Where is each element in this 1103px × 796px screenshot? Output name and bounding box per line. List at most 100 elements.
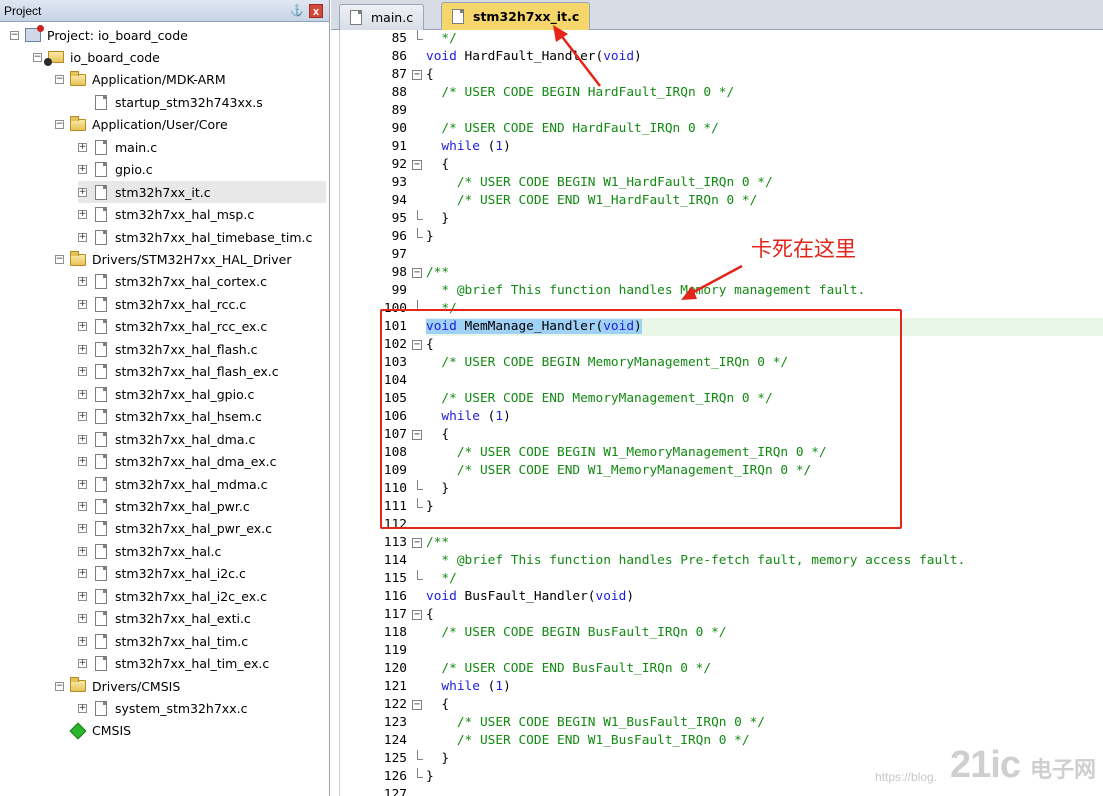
expand-icon[interactable]: +: [78, 636, 87, 646]
expand-icon[interactable]: +: [78, 389, 87, 399]
tree-item[interactable]: startup_stm32h743xx.s: [78, 91, 326, 113]
tree-item[interactable]: + stm32h7xx_hal_dma_ex.c: [78, 451, 326, 473]
code-line[interactable]: 92− {: [331, 156, 1103, 174]
collapse-icon[interactable]: −: [10, 30, 19, 40]
expand-icon[interactable]: +: [78, 412, 87, 422]
expand-icon[interactable]: +: [78, 569, 87, 579]
tree-item[interactable]: + stm32h7xx_hal.c: [78, 540, 326, 562]
code-line[interactable]: 127: [331, 786, 1103, 796]
line-number: 117: [383, 607, 407, 622]
code-line[interactable]: 117−{: [331, 606, 1103, 624]
pin-icon[interactable]: ⚓: [289, 3, 305, 19]
expand-icon[interactable]: +: [78, 501, 87, 511]
code-line[interactable]: 119: [331, 642, 1103, 660]
code-line[interactable]: 121 while (1): [331, 678, 1103, 696]
expand-icon[interactable]: +: [78, 277, 87, 287]
tree-item[interactable]: + stm32h7xx_hal_i2c.c: [78, 563, 326, 585]
tree-item[interactable]: + stm32h7xx_hal_tim.c: [78, 630, 326, 652]
code-line[interactable]: 94 /* USER CODE END W1_HardFault_IRQn 0 …: [331, 192, 1103, 210]
expand-icon[interactable]: +: [78, 232, 87, 242]
expand-icon[interactable]: +: [78, 367, 87, 377]
tree-item[interactable]: + stm32h7xx_hal_gpio.c: [78, 383, 326, 405]
code-line[interactable]: 93 /* USER CODE BEGIN W1_HardFault_IRQn …: [331, 174, 1103, 192]
code-line[interactable]: 118 /* USER CODE BEGIN BusFault_IRQn 0 *…: [331, 624, 1103, 642]
fold-icon[interactable]: −: [412, 538, 422, 548]
code-line[interactable]: 96}: [331, 228, 1103, 246]
tree-item[interactable]: + stm32h7xx_it.c: [78, 181, 326, 204]
tree-item[interactable]: + stm32h7xx_hal_tim_ex.c: [78, 653, 326, 675]
tree-item[interactable]: + stm32h7xx_hal_pwr_ex.c: [78, 518, 326, 540]
code-line[interactable]: 86 void HardFault_Handler(void): [331, 48, 1103, 66]
code-line[interactable]: 95 }: [331, 210, 1103, 228]
tree-item[interactable]: CMSIS: [55, 720, 326, 742]
tree-item[interactable]: + system_stm32h7xx.c: [78, 698, 326, 720]
code-line[interactable]: 122− {: [331, 696, 1103, 714]
fold-icon[interactable]: −: [412, 610, 422, 620]
code-line[interactable]: 88 /* USER CODE BEGIN HardFault_IRQn 0 *…: [331, 84, 1103, 102]
expand-icon[interactable]: +: [78, 704, 87, 713]
expand-icon[interactable]: +: [78, 434, 87, 444]
code-line[interactable]: 99 * @brief This function handles Memory…: [331, 282, 1103, 300]
tree-item[interactable]: − Drivers/STM32H7xx_HAL_Driver: [55, 249, 326, 271]
code-line[interactable]: 98−/**: [331, 264, 1103, 282]
expand-icon[interactable]: +: [78, 210, 87, 220]
code-line[interactable]: 120 /* USER CODE END BusFault_IRQn 0 */: [331, 660, 1103, 678]
expand-icon[interactable]: +: [78, 165, 87, 175]
tree-item[interactable]: − Application/User/Core: [55, 114, 326, 136]
code-line[interactable]: 123 /* USER CODE BEGIN W1_BusFault_IRQn …: [331, 714, 1103, 732]
tree-item[interactable]: + stm32h7xx_hal_rcc.c: [78, 293, 326, 315]
expand-icon[interactable]: +: [78, 322, 87, 332]
expand-icon[interactable]: +: [78, 299, 87, 309]
tree-item[interactable]: − Drivers/CMSIS: [55, 675, 326, 697]
tree-item[interactable]: + stm32h7xx_hal_flash.c: [78, 338, 326, 360]
tree-item[interactable]: + stm32h7xx_hal_dma.c: [78, 428, 326, 450]
tree-item[interactable]: + stm32h7xx_hal_exti.c: [78, 608, 326, 630]
tree-item[interactable]: + stm32h7xx_hal_pwr.c: [78, 495, 326, 517]
expand-icon[interactable]: +: [78, 344, 87, 354]
code-line[interactable]: 116 void BusFault_Handler(void): [331, 588, 1103, 606]
expand-icon[interactable]: +: [78, 659, 87, 669]
tab-stm32h7xx-it-c[interactable]: stm32h7xx_it.c: [441, 2, 591, 30]
tree-item[interactable]: − Project: io_board_code: [10, 24, 326, 46]
collapse-icon[interactable]: −: [55, 120, 64, 130]
tab-main-c[interactable]: main.c: [339, 4, 425, 30]
expand-icon[interactable]: +: [78, 457, 87, 467]
expand-icon[interactable]: +: [78, 524, 87, 534]
tree-item[interactable]: + stm32h7xx_hal_rcc_ex.c: [78, 316, 326, 338]
expand-icon[interactable]: +: [78, 546, 87, 556]
tree-item[interactable]: − io_board_code: [33, 46, 326, 68]
code-line[interactable]: 113−/**: [331, 534, 1103, 552]
expand-icon[interactable]: +: [78, 614, 87, 624]
collapse-icon[interactable]: −: [55, 75, 64, 85]
expand-icon[interactable]: +: [78, 187, 87, 197]
tree-item[interactable]: + gpio.c: [78, 159, 326, 181]
expand-icon[interactable]: +: [78, 479, 87, 489]
fold-icon[interactable]: −: [412, 70, 422, 80]
collapse-icon[interactable]: −: [55, 681, 64, 691]
collapse-icon[interactable]: −: [55, 255, 64, 264]
tree-item[interactable]: + stm32h7xx_hal_flash_ex.c: [78, 361, 326, 383]
tree-item[interactable]: + stm32h7xx_hal_hsem.c: [78, 406, 326, 428]
fold-icon[interactable]: −: [412, 160, 422, 170]
code-line[interactable]: 87−{: [331, 66, 1103, 84]
tree-item[interactable]: + stm32h7xx_hal_mdma.c: [78, 473, 326, 495]
tree-item[interactable]: + main.c: [78, 136, 326, 158]
code-line[interactable]: 97: [331, 246, 1103, 264]
code-line[interactable]: 89: [331, 102, 1103, 120]
tree-item[interactable]: + stm32h7xx_hal_cortex.c: [78, 271, 326, 293]
expand-icon[interactable]: +: [78, 142, 87, 152]
collapse-icon[interactable]: −: [33, 52, 42, 62]
fold-icon[interactable]: −: [412, 268, 422, 278]
tree-item[interactable]: + stm32h7xx_hal_i2c_ex.c: [78, 585, 326, 607]
code-line[interactable]: 90 /* USER CODE END HardFault_IRQn 0 */: [331, 120, 1103, 138]
expand-icon[interactable]: +: [78, 591, 87, 601]
code-line[interactable]: 85 */: [331, 30, 1103, 48]
code-line[interactable]: 114 * @brief This function handles Pre-f…: [331, 552, 1103, 570]
close-panel-button[interactable]: x: [309, 3, 323, 18]
code-line[interactable]: 115 */: [331, 570, 1103, 588]
fold-icon[interactable]: −: [412, 700, 422, 710]
tree-item[interactable]: + stm32h7xx_hal_msp.c: [78, 204, 326, 226]
code-line[interactable]: 91 while (1): [331, 138, 1103, 156]
tree-item[interactable]: + stm32h7xx_hal_timebase_tim.c: [78, 226, 326, 248]
tree-item[interactable]: − Application/MDK-ARM: [55, 69, 326, 91]
